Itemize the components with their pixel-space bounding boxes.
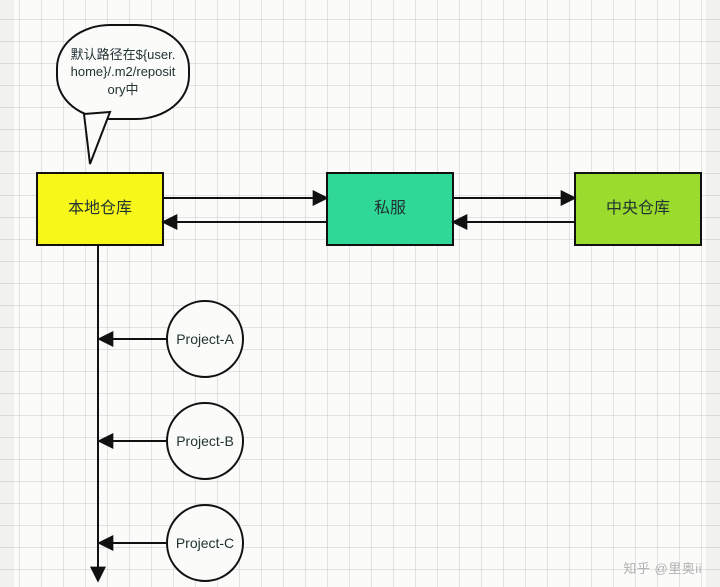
- bubble-local-repo-path: 默认路径在${user.home}/.m2/repository中: [56, 24, 190, 134]
- node-project-c-label: Project-C: [176, 535, 234, 551]
- node-private-repo: 私服: [326, 172, 454, 246]
- watermark: 知乎 @里奥ii: [623, 558, 702, 577]
- node-central-repo: 中央仓库: [574, 172, 702, 246]
- node-local-repo: 本地仓库: [36, 172, 164, 246]
- diagram-canvas: 默认路径在${user.home}/.m2/repository中 本地仓库 私…: [0, 0, 720, 587]
- node-central-repo-label: 中央仓库: [606, 199, 670, 220]
- edge-band-right: [706, 0, 720, 587]
- node-private-repo-label: 私服: [374, 199, 406, 220]
- watermark-text: 知乎 @里奥ii: [623, 561, 702, 576]
- bubble-text: 默认路径在${user.home}/.m2/repository中: [68, 46, 178, 99]
- node-local-repo-label: 本地仓库: [68, 199, 132, 220]
- edge-band-left: [0, 0, 14, 587]
- node-project-a-label: Project-A: [176, 331, 234, 347]
- node-project-a: Project-A: [166, 300, 244, 378]
- node-project-b-label: Project-B: [176, 433, 234, 449]
- node-project-c: Project-C: [166, 504, 244, 582]
- bubble-body: 默认路径在${user.home}/.m2/repository中: [56, 24, 190, 120]
- node-project-b: Project-B: [166, 402, 244, 480]
